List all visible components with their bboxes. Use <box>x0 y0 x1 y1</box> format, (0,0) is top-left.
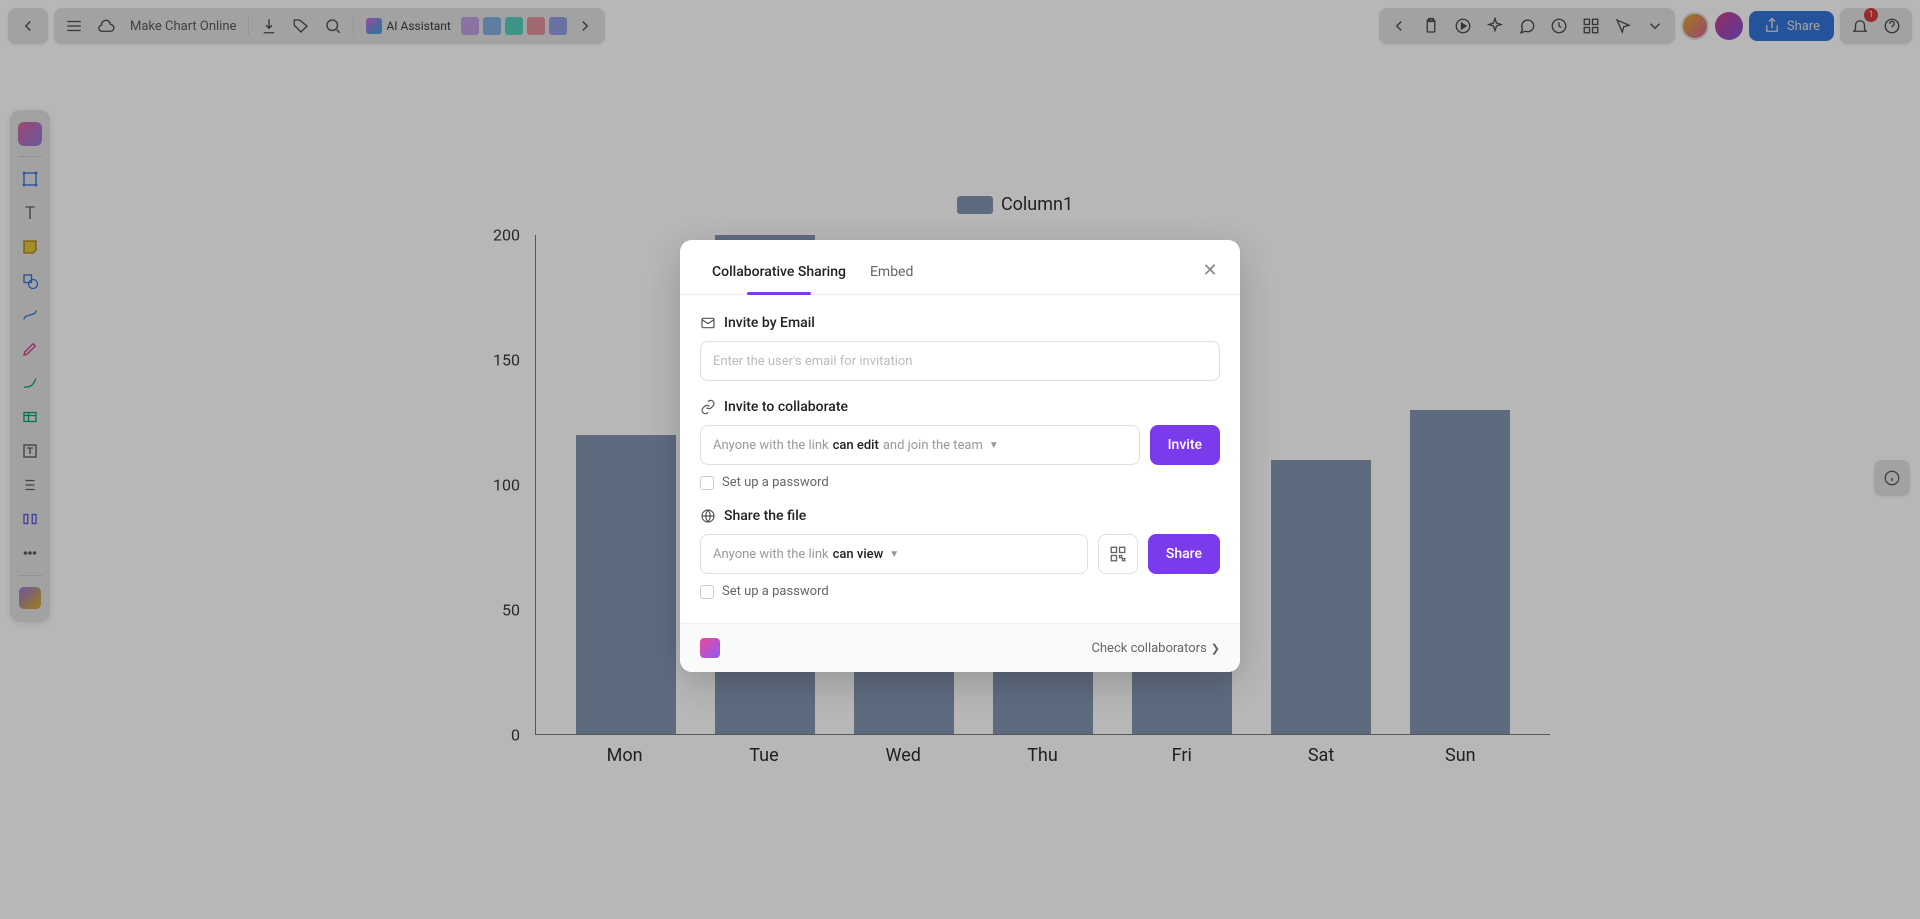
chevron-down-icon: ▼ <box>989 440 999 451</box>
modal-overlay[interactable]: Collaborative Sharing Embed ✕ Invite by … <box>0 0 1920 919</box>
share-password-checkbox[interactable] <box>700 585 714 599</box>
share-file-title: Share the file <box>724 508 806 524</box>
link-icon <box>700 399 716 415</box>
invite-button[interactable]: Invite <box>1150 425 1220 465</box>
email-input[interactable] <box>700 341 1220 381</box>
tab-collaborative[interactable]: Collaborative Sharing <box>700 256 858 294</box>
close-button[interactable]: ✕ <box>1196 256 1224 284</box>
invite-link-select[interactable]: Anyone with the link can edit and join t… <box>700 425 1140 465</box>
check-collaborators-link[interactable]: Check collaborators ❯ <box>1091 641 1220 656</box>
invite-link-title: Invite to collaborate <box>724 399 848 415</box>
share-file-button[interactable]: Share <box>1148 534 1220 574</box>
chevron-right-icon: ❯ <box>1211 642 1220 655</box>
tab-embed[interactable]: Embed <box>858 256 925 294</box>
share-password-label: Set up a password <box>722 584 829 599</box>
share-link-select[interactable]: Anyone with the link can view ▼ <box>700 534 1088 574</box>
globe-icon <box>700 508 716 524</box>
email-icon <box>700 315 716 331</box>
invite-email-title: Invite by Email <box>724 315 815 331</box>
invite-password-label: Set up a password <box>722 475 829 490</box>
invite-password-checkbox[interactable] <box>700 476 714 490</box>
brand-icon <box>700 638 720 658</box>
share-modal: Collaborative Sharing Embed ✕ Invite by … <box>680 240 1240 672</box>
qr-button[interactable] <box>1098 534 1138 574</box>
chevron-down-icon: ▼ <box>889 549 899 560</box>
